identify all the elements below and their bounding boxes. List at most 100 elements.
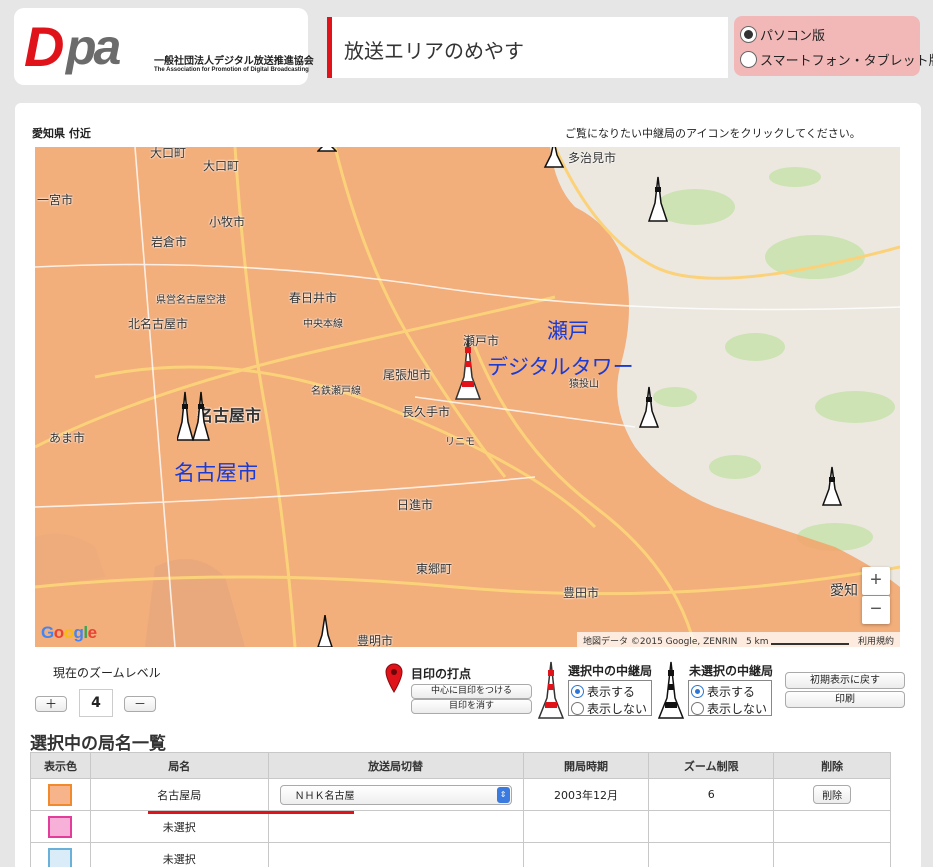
google-logo[interactable]: Google bbox=[41, 623, 97, 643]
map-city-label: 名鉄瀬戸線 bbox=[311, 386, 361, 397]
radio-selected-icon bbox=[691, 685, 704, 698]
col-header-color: 表示色 bbox=[30, 752, 91, 779]
map-city-label: 長久手市 bbox=[402, 405, 451, 419]
broadcaster-cell bbox=[267, 810, 524, 843]
opened-cell bbox=[522, 842, 650, 867]
unselected-show-radio[interactable]: 表示する bbox=[691, 683, 755, 700]
station-table: 表示色 局名 放送局切替 開局時期 ズーム制限 削除 名古屋局 ＮＨＫ名古屋 ⇕ … bbox=[30, 752, 891, 867]
map-zoom-out-button[interactable]: − bbox=[862, 596, 890, 624]
col-header-broadcaster: 放送局切替 bbox=[267, 752, 524, 779]
reset-view-button[interactable]: 初期表示に戻す bbox=[785, 672, 905, 689]
page-title-box: 放送エリアのめやす bbox=[327, 17, 728, 78]
scale-bar bbox=[771, 639, 850, 645]
map-city-label: 日進市 bbox=[397, 498, 434, 512]
radio-selected-icon bbox=[740, 26, 757, 43]
map-city-label: 多治見市 bbox=[568, 151, 617, 165]
unselected-hide-label: 表示しない bbox=[707, 702, 768, 716]
org-name-en: The Association for Promotion of Digital… bbox=[154, 67, 309, 73]
map-city-label: 県営名古屋空港 bbox=[156, 295, 226, 306]
radio-selected-icon bbox=[571, 685, 584, 698]
org-name-ja: 一般社団法人デジタル放送推進協会 bbox=[154, 56, 314, 67]
location-label: 愛知県 付近 bbox=[32, 127, 91, 140]
version-pc-radio[interactable]: パソコン版 bbox=[740, 25, 825, 44]
color-swatch bbox=[48, 815, 73, 838]
zoom-plus-button[interactable]: ＋ bbox=[35, 696, 67, 712]
selected-relay-title: 選択中の中継局 bbox=[568, 664, 653, 678]
selected-show-label: 表示する bbox=[587, 685, 636, 699]
table-row: 未選択 bbox=[30, 842, 891, 867]
selected-hide-radio[interactable]: 表示しない bbox=[571, 700, 647, 717]
zoom-level-value: 4 bbox=[79, 689, 113, 717]
unselected-relay-options: 表示する 表示しない bbox=[688, 680, 772, 716]
delete-cell bbox=[773, 810, 891, 843]
unselected-tower-icon[interactable] bbox=[543, 147, 565, 169]
unselected-relay-title: 未選択の中継局 bbox=[689, 664, 774, 678]
logo-pa: pa bbox=[66, 19, 121, 75]
broadcaster-cell bbox=[267, 842, 524, 867]
version-smartphone-radio[interactable]: スマートフォン・タブレット版 bbox=[740, 50, 933, 69]
color-cell bbox=[30, 778, 91, 811]
map-city-label: 尾張旭市 bbox=[383, 368, 432, 382]
unselected-tower-icon[interactable] bbox=[317, 615, 333, 647]
col-header-delete: 削除 bbox=[773, 752, 891, 779]
marker-center-button[interactable]: 中心に目印をつける bbox=[411, 684, 532, 699]
unselected-tower-icon[interactable] bbox=[639, 385, 659, 429]
map-city-label: 豊明市 bbox=[357, 634, 394, 647]
color-swatch bbox=[48, 783, 73, 806]
select-chevron-icon: ⇕ bbox=[496, 786, 510, 803]
station-name: 名古屋局 bbox=[89, 778, 269, 811]
selected-relay-options: 表示する 表示しない bbox=[568, 680, 652, 716]
opened-cell bbox=[522, 810, 650, 843]
selected-show-radio[interactable]: 表示する bbox=[571, 683, 635, 700]
map-city-label: あま市 bbox=[49, 431, 86, 445]
broadcaster-select[interactable]: ＮＨＫ名古屋 ⇕ bbox=[279, 784, 512, 805]
logo-box[interactable]: D pa 一般社団法人デジタル放送推進協会 The Association fo… bbox=[14, 8, 314, 85]
selected-station-underline bbox=[148, 811, 354, 814]
radio-unselected-icon bbox=[691, 702, 704, 715]
zoom-minus-button[interactable]: － bbox=[124, 696, 156, 712]
selected-hide-label: 表示しない bbox=[587, 702, 648, 716]
unselected-tower-icon[interactable] bbox=[648, 175, 668, 223]
print-button[interactable]: 印刷 bbox=[785, 691, 905, 708]
version-pc-label: パソコン版 bbox=[760, 29, 826, 44]
map-data-credit: 地図データ ©2015 Google, ZENRIN bbox=[583, 637, 738, 647]
map-attribution: 地図データ ©2015 Google, ZENRIN 5 km 利用規約 bbox=[577, 632, 900, 647]
map-city-label: 一宮市 bbox=[37, 193, 74, 207]
page-title: 放送エリアのめやす bbox=[344, 39, 524, 63]
unselected-tower-icon[interactable] bbox=[822, 465, 842, 507]
broadcast-area-map[interactable]: 大口町 大口町 一宮市 小牧市 岩倉市 多治見市 春日井市 北名古屋市 県営名古… bbox=[35, 147, 900, 647]
unselected-hide-radio[interactable]: 表示しない bbox=[691, 700, 767, 717]
tower-label-nagoya: 名古屋市 bbox=[174, 461, 258, 485]
terms-link[interactable]: 利用規約 bbox=[858, 637, 894, 647]
zoom-limit-cell bbox=[648, 842, 775, 867]
delete-button[interactable]: 削除 bbox=[813, 785, 852, 804]
map-city-label: 中央本線 bbox=[303, 319, 343, 330]
map-instruction: ご覧になりたい中継局のアイコンをクリックしてください。 bbox=[565, 127, 861, 140]
unselected-relay-legend-icon bbox=[657, 661, 685, 719]
marker-clear-button[interactable]: 目印を消す bbox=[411, 699, 532, 714]
map-zoom-in-button[interactable]: + bbox=[862, 567, 890, 595]
map-city-label: 春日井市 bbox=[289, 291, 338, 305]
map-city-label: リニモ bbox=[445, 437, 475, 448]
col-header-zoom-limit: ズーム制限 bbox=[648, 752, 775, 779]
version-smartphone-label: スマートフォン・タブレット版 bbox=[760, 54, 933, 69]
table-header-row: 表示色 局名 放送局切替 開局時期 ズーム制限 削除 bbox=[30, 752, 891, 779]
zoom-limit-cell bbox=[648, 810, 775, 843]
delete-cell: 削除 bbox=[773, 778, 891, 811]
map-pin-icon bbox=[385, 663, 403, 693]
map-city-label: 小牧市 bbox=[209, 215, 246, 229]
color-cell bbox=[30, 842, 91, 867]
map-scale: 5 km bbox=[745, 637, 769, 647]
unselected-tower-icon[interactable] bbox=[317, 147, 337, 153]
broadcaster-select-value: ＮＨＫ名古屋 bbox=[294, 791, 355, 802]
table-row: 名古屋局 ＮＨＫ名古屋 ⇕ 2003年12月 6 削除 bbox=[30, 778, 891, 811]
marker-title: 目印の打点 bbox=[411, 667, 472, 681]
unselected-show-label: 表示する bbox=[707, 685, 756, 699]
map-city-label: 大口町 bbox=[150, 147, 187, 160]
map-city-label: 愛知 bbox=[830, 583, 858, 599]
map-city-label: 大口町 bbox=[203, 159, 240, 173]
selected-tower-icon[interactable] bbox=[453, 337, 483, 401]
radio-unselected-icon bbox=[571, 702, 584, 715]
station-name: 未選択 bbox=[89, 842, 269, 867]
unselected-tower-icon[interactable] bbox=[177, 390, 211, 442]
